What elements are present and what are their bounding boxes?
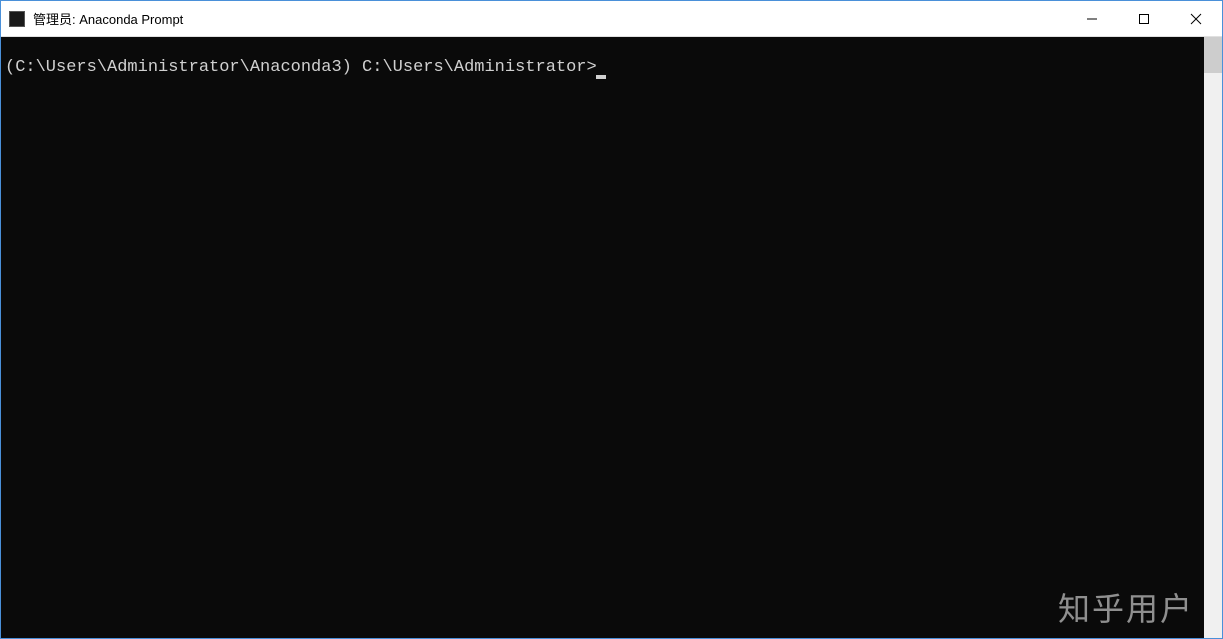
terminal-container: (C:\Users\Administrator\Anaconda3) C:\Us…: [1, 37, 1222, 638]
command-prompt: (C:\Users\Administrator\Anaconda3) C:\Us…: [5, 58, 597, 77]
application-window: 管理员: Anaconda Prompt (C:\Users\Administr: [0, 0, 1223, 639]
window-controls: [1066, 1, 1222, 36]
maximize-button[interactable]: [1118, 1, 1170, 36]
maximize-icon: [1138, 13, 1150, 25]
titlebar[interactable]: 管理员: Anaconda Prompt: [1, 1, 1222, 37]
cursor: [596, 75, 606, 79]
window-title: 管理员: Anaconda Prompt: [33, 9, 1066, 28]
terminal-icon: [9, 11, 25, 27]
minimize-icon: [1086, 13, 1098, 25]
minimize-button[interactable]: [1066, 1, 1118, 36]
close-icon: [1190, 13, 1202, 25]
scrollbar-thumb[interactable]: [1204, 37, 1222, 73]
terminal-output[interactable]: (C:\Users\Administrator\Anaconda3) C:\Us…: [1, 37, 1204, 638]
vertical-scrollbar[interactable]: [1204, 37, 1222, 638]
close-button[interactable]: [1170, 1, 1222, 36]
